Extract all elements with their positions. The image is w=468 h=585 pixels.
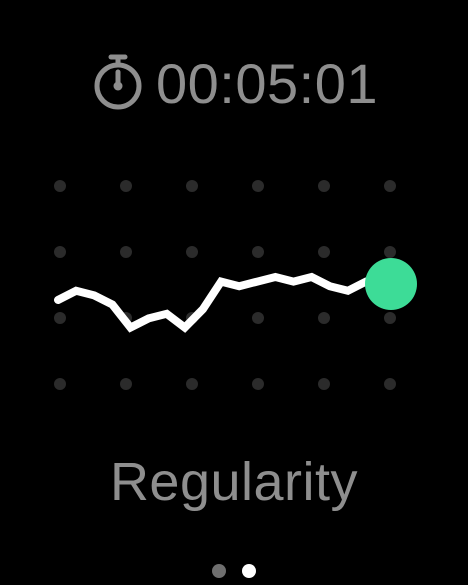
grid-dot — [54, 312, 66, 324]
grid-dot — [54, 180, 66, 192]
regularity-graph — [54, 180, 417, 390]
grid-dot — [186, 246, 198, 258]
grid-dot — [252, 180, 264, 192]
grid-dot — [318, 312, 330, 324]
grid-dot — [186, 180, 198, 192]
grid-dot — [318, 246, 330, 258]
stopwatch-icon — [94, 54, 142, 110]
elapsed-time: 00:05:01 — [156, 52, 378, 115]
grid-dot — [54, 246, 66, 258]
grid-dot — [318, 180, 330, 192]
metric-label: Regularity — [109, 452, 359, 512]
page-indicator — [0, 564, 468, 578]
grid-dot — [252, 312, 264, 324]
grid-dot — [120, 246, 132, 258]
grid-dot — [186, 378, 198, 390]
current-position-dot — [365, 258, 417, 310]
grid-dot — [252, 378, 264, 390]
regularity-trace — [54, 272, 395, 333]
page-dot-1 — [212, 564, 226, 578]
grid-dot — [120, 378, 132, 390]
stopwatch-center — [113, 81, 123, 91]
grid-dot — [252, 246, 264, 258]
page-dot-2 — [242, 564, 256, 578]
grid-dot — [384, 180, 396, 192]
grid-dot — [120, 180, 132, 192]
grid-dot — [384, 246, 396, 258]
timer-row: 00:05:01 — [0, 52, 468, 116]
grid-dot — [318, 378, 330, 390]
grid-dot — [384, 378, 396, 390]
grid-dot — [54, 378, 66, 390]
grid-dot — [384, 312, 396, 324]
